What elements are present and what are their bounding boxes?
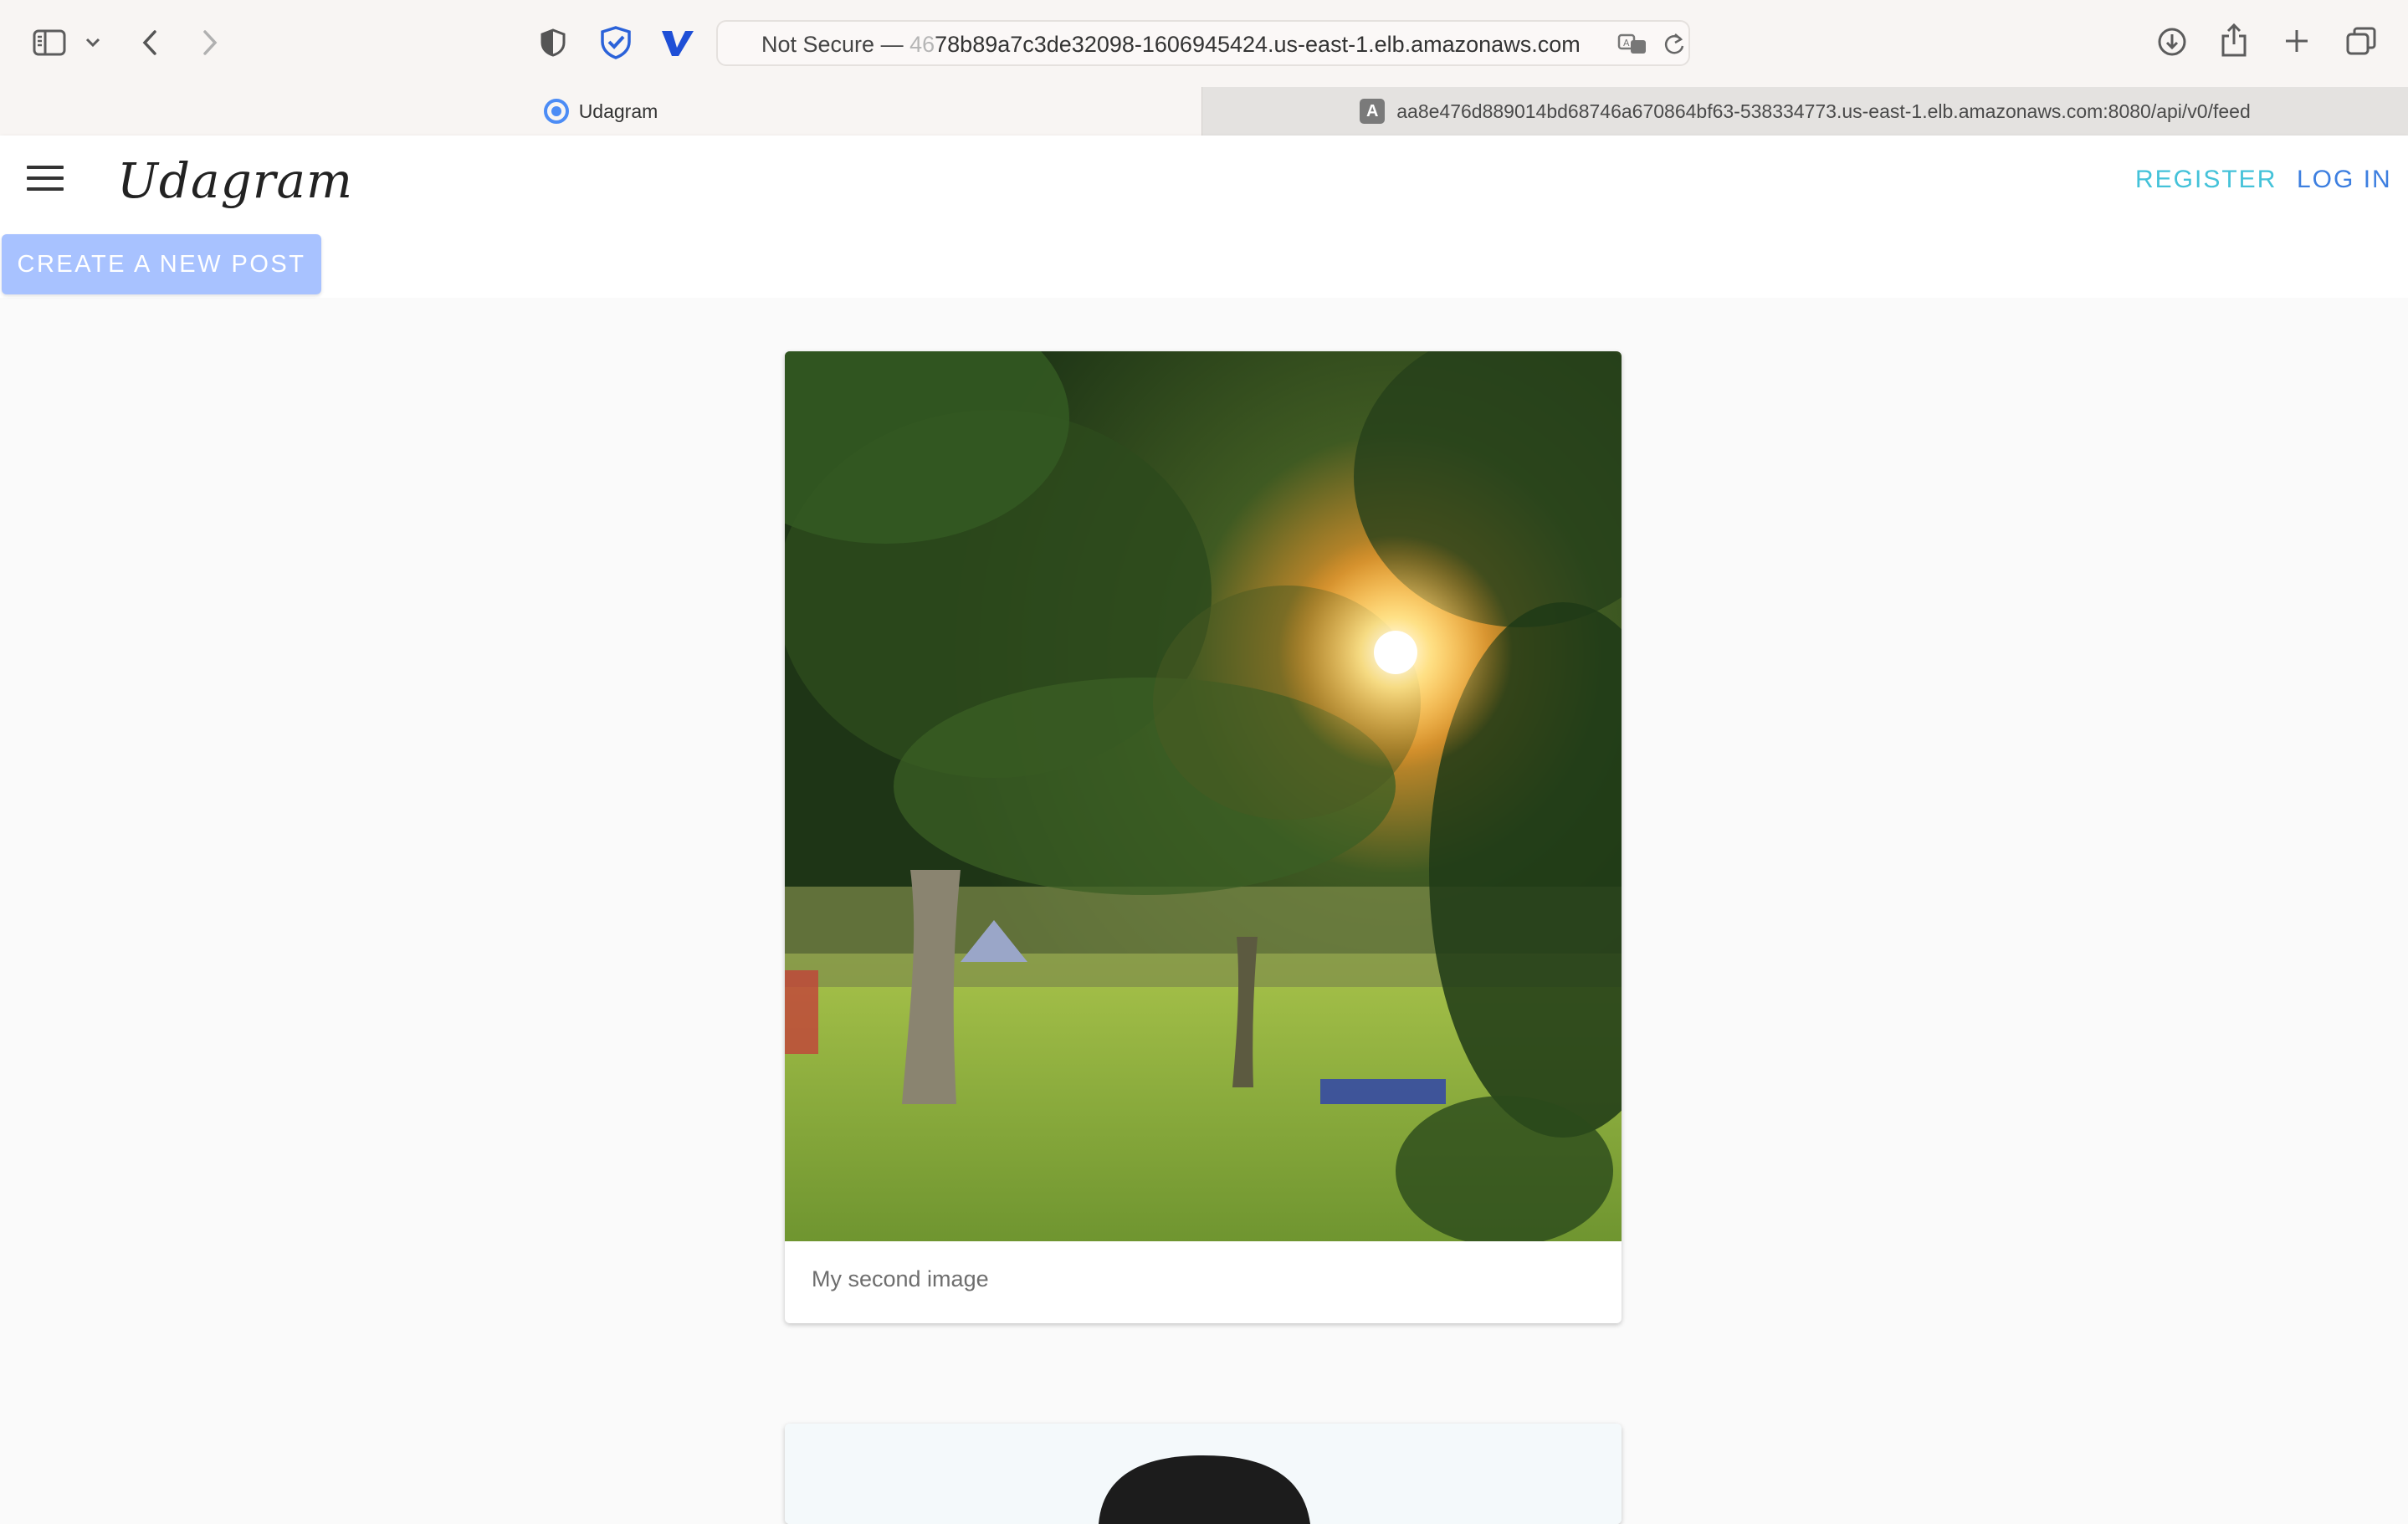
brand-logo[interactable]: Udagram (117, 152, 353, 209)
v-extension-icon[interactable] (659, 27, 696, 59)
reload-icon[interactable] (1662, 32, 1687, 57)
feed-card: My second image (785, 351, 1622, 1323)
feed-image[interactable] (785, 1424, 1622, 1524)
person-portrait-photo (785, 1424, 1622, 1524)
tab-api-feed[interactable]: A aa8e476d889014bd68746a670864bf63-53833… (1201, 87, 2408, 136)
tab-title: Udagram (578, 100, 658, 122)
letter-favicon-icon: A (1360, 99, 1386, 124)
login-link[interactable]: LOG IN (2297, 166, 2392, 194)
back-icon[interactable] (137, 27, 162, 59)
browser-toolbar: Not Secure — 4678b89a7c3de32098-16069454… (0, 0, 2408, 87)
download-icon[interactable] (2155, 25, 2189, 59)
forward-icon[interactable] (197, 27, 223, 59)
tab-bar: Udagram A aa8e476d889014bd68746a670864bf… (0, 87, 2408, 136)
tab-overview-icon[interactable] (2344, 25, 2378, 57)
translate-icon[interactable]: A (1616, 32, 1650, 57)
feed-image[interactable] (785, 351, 1622, 1241)
svg-text:A: A (1623, 38, 1630, 49)
register-link[interactable]: REGISTER (2135, 166, 2277, 194)
tab-udagram[interactable]: Udagram (0, 87, 1201, 136)
sidebar-icon[interactable] (32, 28, 67, 58)
privacy-shield-icon[interactable] (539, 27, 567, 59)
url-faded-prefix: 46 (909, 32, 935, 57)
create-post-button[interactable]: CREATE A NEW POST (2, 234, 321, 294)
app-header: Udagram REGISTER LOG IN (0, 136, 2408, 229)
address-bar[interactable]: Not Secure — 4678b89a7c3de32098-16069454… (716, 20, 1690, 66)
chevron-down-icon[interactable] (84, 33, 102, 52)
security-label: Not Secure — (761, 32, 904, 57)
url-text: Not Secure — 4678b89a7c3de32098-16069454… (761, 22, 1581, 68)
share-icon[interactable] (2219, 22, 2249, 59)
sunlit-trees-park-photo (785, 351, 1622, 1241)
menu-icon[interactable] (27, 166, 64, 199)
url-host: 78b89a7c3de32098-1606945424.us-east-1.el… (935, 32, 1581, 57)
post-caption: My second image (812, 1266, 989, 1291)
feed-card (785, 1424, 1622, 1524)
tab-title: aa8e476d889014bd68746a670864bf63-5383347… (1396, 100, 2251, 122)
ionic-favicon-icon (543, 99, 569, 124)
web-page: Udagram REGISTER LOG IN CREATE A NEW POS… (0, 136, 2408, 1524)
action-bar (0, 229, 2408, 298)
bitwarden-shield-icon[interactable] (599, 25, 633, 60)
new-tab-icon[interactable] (2282, 27, 2311, 55)
